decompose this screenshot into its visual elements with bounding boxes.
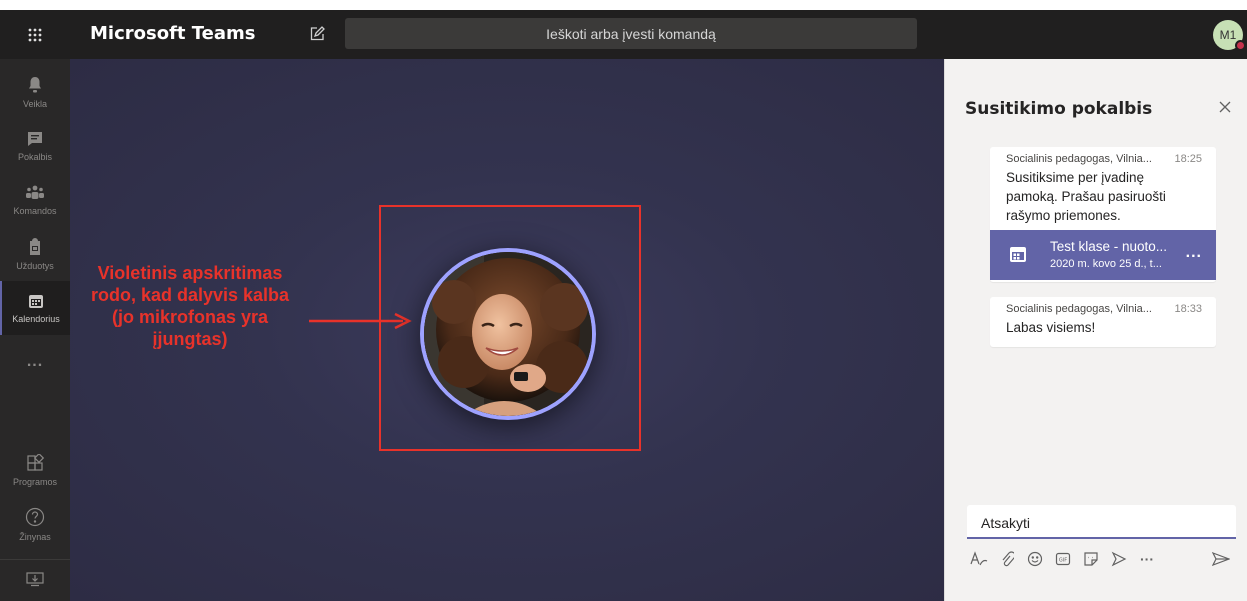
search-input[interactable]: Ieškoti arba įvesti komandą: [345, 18, 917, 49]
send-icon[interactable]: [1211, 548, 1231, 570]
sticker-icon[interactable]: [1081, 548, 1101, 570]
emoji-icon[interactable]: [1025, 548, 1045, 570]
chat-message: Socialinis pedagogas, Vilnia... 18:33 La…: [990, 297, 1216, 347]
presence-busy-icon: [1235, 40, 1246, 51]
meeting-card-date: 2020 m. kovo 25 d., t...: [1050, 258, 1162, 270]
calendar-icon: [28, 293, 44, 311]
rail-item-activity[interactable]: Veikla: [0, 65, 70, 119]
more-icon: ...: [26, 353, 44, 370]
compose-toolbar: GIF ···: [967, 548, 1236, 572]
app-launcher-icon[interactable]: [0, 10, 70, 59]
meeting-card[interactable]: Test klase - nuoto... 2020 m. kovo 25 d.…: [990, 230, 1216, 280]
rail-label-help: Žinynas: [19, 531, 51, 542]
rail-label-assignments: Užduotys: [16, 260, 54, 271]
rail-label-teams: Komandos: [13, 205, 57, 216]
message-time: 18:33: [1174, 303, 1202, 315]
help-icon: [25, 507, 45, 529]
rail-item-apps[interactable]: Programos: [0, 443, 70, 497]
message-time: 18:25: [1174, 153, 1202, 165]
attach-icon[interactable]: [997, 548, 1017, 570]
message-author: Socialinis pedagogas, Vilnia...: [1006, 153, 1152, 165]
rail-item-teams[interactable]: Komandos: [0, 173, 70, 227]
format-icon[interactable]: [969, 548, 989, 570]
assignments-icon: [27, 237, 43, 258]
top-bar: Microsoft Teams Ieškoti arba įvesti koma…: [0, 10, 1247, 59]
rail-label-chat: Pokalbis: [17, 151, 53, 162]
rail-item-chat[interactable]: Pokalbis: [0, 119, 70, 173]
rail-item-assignments[interactable]: Užduotys: [0, 227, 70, 281]
gif-icon[interactable]: GIF: [1053, 548, 1073, 570]
message-author: Socialinis pedagogas, Vilnia...: [1006, 303, 1152, 315]
bell-icon: [27, 76, 43, 96]
message-text: Labas visiems!: [1006, 320, 1096, 335]
meet-now-icon[interactable]: [1109, 548, 1129, 570]
more-options-icon[interactable]: ...: [1186, 244, 1202, 262]
annotation-caption: Violetinis apskritimas rodo, kad dalyvis…: [90, 263, 290, 349]
more-options-icon[interactable]: ···: [1137, 548, 1157, 570]
participant-avatar-speaking[interactable]: [420, 248, 596, 420]
rail-item-calendar[interactable]: Kalendorius: [0, 281, 70, 335]
rail-item-more[interactable]: ...: [0, 335, 70, 389]
teams-icon: [25, 185, 45, 203]
reply-input[interactable]: Atsakyti: [967, 505, 1236, 539]
svg-text:GIF: GIF: [1059, 558, 1067, 564]
user-avatar[interactable]: M1: [1213, 20, 1246, 51]
rail-label-activity: Veikla: [22, 98, 48, 109]
calendar-icon: [1008, 244, 1028, 269]
chat-panel-title: Susitikimo pokalbis: [965, 99, 1153, 119]
chat-icon: [26, 131, 44, 149]
close-icon[interactable]: [1215, 97, 1235, 117]
reply-placeholder: Atsakyti: [981, 515, 1031, 531]
chat-message: Socialinis pedagogas, Vilnia... 18:25 Su…: [990, 147, 1216, 282]
rail-item-download[interactable]: [0, 559, 70, 599]
rail-label-calendar: Kalendorius: [12, 313, 60, 324]
rail-label-apps: Programos: [12, 476, 57, 487]
new-chat-icon[interactable]: [306, 23, 328, 45]
app-bar: Veikla Pokalbis Komandos Užduotys Kalend…: [0, 59, 70, 601]
apps-icon: [26, 452, 45, 474]
meeting-chat-panel: Susitikimo pokalbis Socialinis pedagogas…: [944, 59, 1247, 601]
meeting-card-title: Test klase - nuoto...: [1050, 239, 1168, 254]
message-text: Susitiksime per įvadinę pamoką. Prašau p…: [1006, 170, 1166, 223]
app-title: Microsoft Teams: [90, 23, 256, 44]
download-icon: [26, 571, 44, 589]
rail-item-help[interactable]: Žinynas: [0, 497, 70, 551]
participant-photo: [424, 252, 592, 416]
user-initials: M1: [1219, 28, 1237, 42]
